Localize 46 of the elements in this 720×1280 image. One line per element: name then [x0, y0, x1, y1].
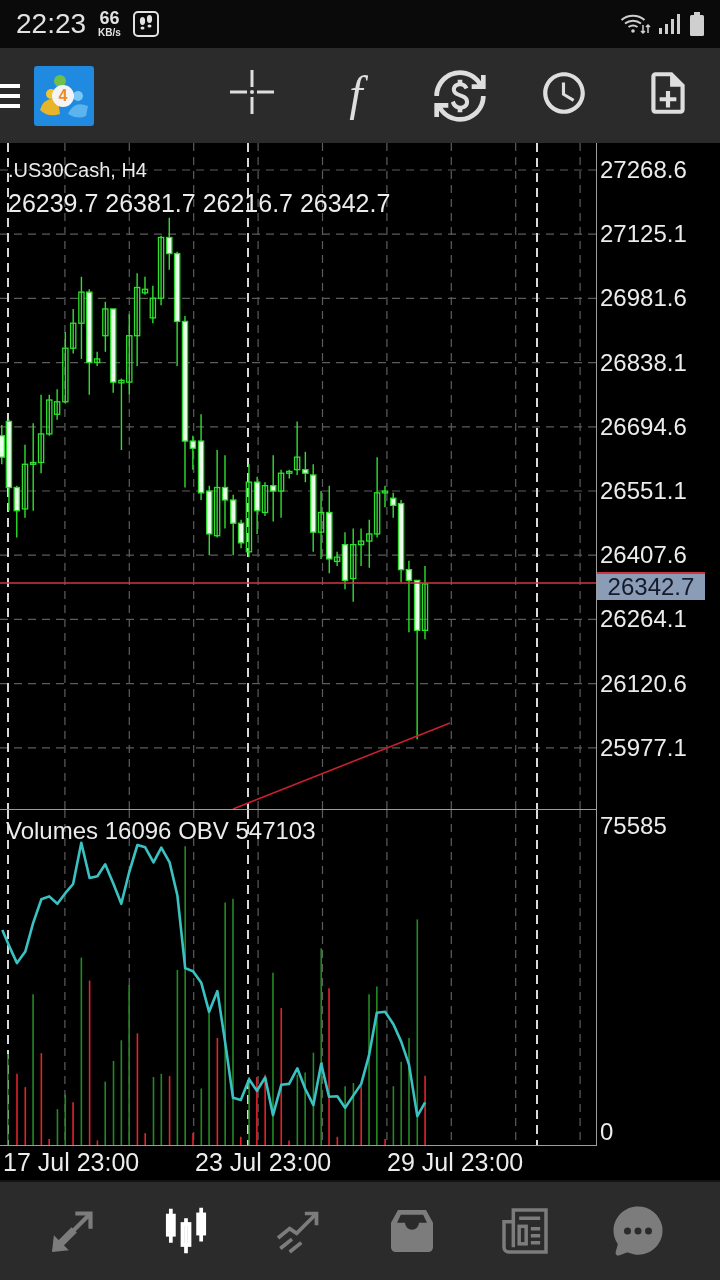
ohlc-values: 26239.7 26381.7 26216.7 26342.7 [8, 189, 391, 217]
crosshair-button[interactable] [228, 67, 276, 116]
price-axis-label: 27268.6 [600, 156, 687, 184]
current-price-label: 26342.7 [597, 572, 705, 600]
volume-axis-label: 75585 [600, 812, 668, 840]
volume-bar [64, 1093, 67, 1145]
price-axis-label: 27125.1 [600, 220, 687, 249]
currency-exchange-icon [432, 67, 488, 124]
footprints-icon [132, 11, 159, 37]
price-axis-label: 26694.6 [600, 412, 687, 441]
wifi-icon [620, 12, 652, 36]
volume-bar [56, 1108, 59, 1145]
time-axis-label: 29 Jul 23:00 [387, 1148, 524, 1176]
signal-icon [658, 13, 680, 35]
price-axis-label: 25977.1 [600, 733, 687, 762]
net-speed-value: 66 [99, 10, 120, 27]
price-axis-label: 26407.6 [600, 541, 687, 570]
volume-bar [96, 1139, 99, 1145]
indicators-button[interactable]: f [343, 67, 369, 120]
trade-button[interactable] [432, 67, 488, 124]
clock-time: 22:23 [16, 10, 87, 38]
indicator-label: Volumes 16096 OBV 547103 [6, 817, 316, 845]
volume-bar [168, 1075, 171, 1145]
volume-bar [24, 1086, 27, 1145]
price-axis-label: 26838.1 [600, 348, 687, 377]
volume-bar [200, 1087, 203, 1145]
price-axis-label: 26981.6 [600, 284, 687, 313]
volume-bar [104, 1080, 107, 1145]
volume-axis-label: 0 [600, 1118, 615, 1146]
logo-badge: 4 [52, 84, 74, 107]
volume-bar [160, 1073, 163, 1145]
volume-bar [392, 1085, 395, 1145]
symbol-title: .US30Cash, H4 [8, 158, 147, 183]
net-speed-unit: KB/s [98, 27, 121, 38]
crosshair-icon [229, 68, 275, 115]
price-axis-label: 26551.1 [600, 477, 687, 505]
battery-icon [690, 12, 704, 36]
volume-bar [296, 1073, 299, 1145]
menu-icon [0, 82, 20, 109]
volume-bar [152, 1076, 155, 1145]
time-axis-label: 17 Jul 23:00 [3, 1148, 140, 1176]
volume-bar [352, 1082, 355, 1145]
price-axis-label: 26120.6 [600, 669, 687, 698]
time-axis-label: 23 Jul 23:00 [195, 1148, 332, 1176]
price-axis-label: 26264.1 [600, 605, 687, 634]
volume-bar [336, 1136, 339, 1145]
